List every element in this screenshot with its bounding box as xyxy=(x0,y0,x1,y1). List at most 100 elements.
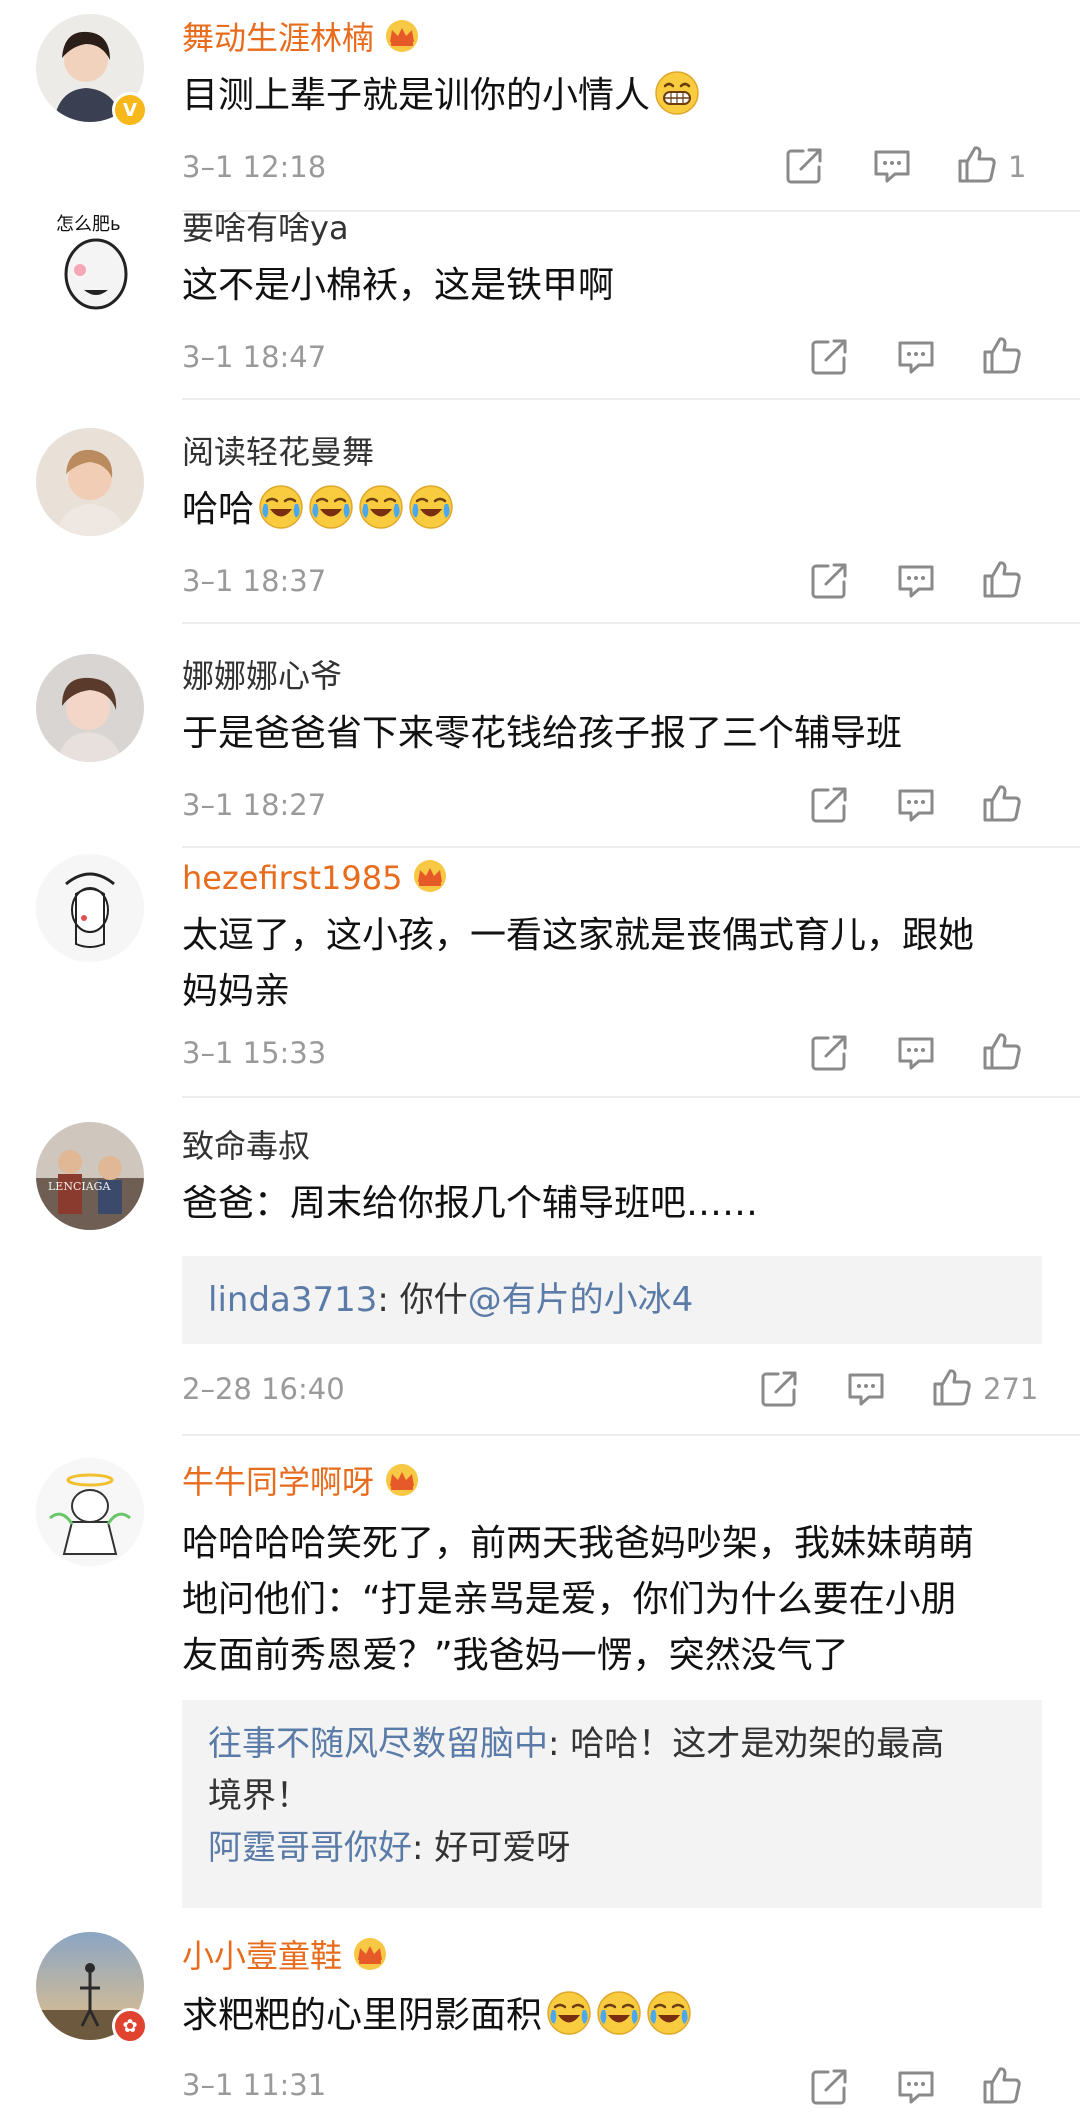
comment-time: 3–1 15:33 xyxy=(182,1036,327,1070)
username[interactable]: 娜娜娜心爷 xyxy=(182,656,342,696)
divider xyxy=(182,846,1080,848)
crown-badge-icon xyxy=(410,859,450,893)
reply-button[interactable] xyxy=(895,1032,937,1074)
svg-text:LENCIAGA: LENCIAGA xyxy=(48,1180,111,1193)
share-icon xyxy=(783,145,825,187)
thumbs-up-icon xyxy=(981,334,1023,376)
like-button[interactable] xyxy=(981,558,1023,600)
thumbs-up-icon xyxy=(981,1030,1023,1072)
share-icon xyxy=(758,1368,800,1410)
share-icon xyxy=(808,336,850,378)
crown-badge-icon xyxy=(382,19,422,53)
comment-icon xyxy=(895,560,937,602)
username[interactable]: hezefirst1985 xyxy=(182,858,450,898)
share-button[interactable] xyxy=(808,560,850,602)
username-text[interactable]: 小小壹童鞋 xyxy=(182,1937,342,1975)
like-button[interactable] xyxy=(981,2064,1023,2106)
share-icon xyxy=(808,560,850,602)
like-button[interactable] xyxy=(981,1030,1023,1072)
comment-time: 3–1 18:37 xyxy=(182,564,327,598)
laugh-cry-emoji xyxy=(646,1990,692,2036)
share-button[interactable] xyxy=(808,784,850,826)
comment-text: 于是爸爸省下来零花钱给孩子报了三个辅导班 xyxy=(182,713,903,754)
reply-button[interactable] xyxy=(895,784,937,826)
laugh-cry-emoji xyxy=(308,484,354,530)
username-text[interactable]: 牛牛同学啊呀 xyxy=(182,1463,374,1501)
grin-emoji xyxy=(654,70,700,116)
reply-preview[interactable]: linda3713: 你什@有片的小冰4 xyxy=(182,1256,1042,1344)
avatar[interactable]: LENCIAGA xyxy=(36,1122,144,1230)
like-count: 1 xyxy=(1008,150,1027,184)
thumbs-up-icon xyxy=(931,1366,973,1408)
thumbs-up-icon xyxy=(981,782,1023,824)
username[interactable]: 要啥有啥ya xyxy=(182,208,349,248)
share-icon xyxy=(808,2066,850,2108)
reply-preview[interactable]: 往事不随风尽数留脑中: 哈哈！这才是劝架的最高 境界！ 阿霆哥哥你好: 好可爱呀 xyxy=(182,1700,1042,1908)
comment-icon xyxy=(895,784,937,826)
comment-time: 3–1 18:27 xyxy=(182,788,327,822)
like-button[interactable] xyxy=(931,1366,973,1408)
comment-time: 2–28 16:40 xyxy=(182,1372,345,1406)
avatar[interactable] xyxy=(36,654,144,762)
comment-icon xyxy=(845,1368,887,1410)
reply-username[interactable]: linda3713 xyxy=(208,1280,377,1320)
comment-text: 这不是小棉袄，这是铁甲啊 xyxy=(182,265,615,306)
comment-time: 3–1 11:31 xyxy=(182,2068,327,2102)
username[interactable]: 致命毒叔 xyxy=(182,1126,310,1166)
verified-badge-icon: V xyxy=(112,92,148,128)
comment-text: 目测上辈子就是训你的小情人 xyxy=(182,68,1042,124)
avatar[interactable] xyxy=(36,428,144,536)
comment-icon xyxy=(871,145,913,187)
laugh-cry-emoji xyxy=(596,1990,642,2036)
reply-item: 阿霆哥哥你好: 好可爱呀 xyxy=(208,1828,571,1868)
share-button[interactable] xyxy=(808,2066,850,2108)
crown-badge-icon xyxy=(350,1937,390,1971)
like-count: 271 xyxy=(983,1372,1039,1406)
share-button[interactable] xyxy=(783,145,825,187)
comment-time: 3–1 18:47 xyxy=(182,340,327,374)
avatar[interactable] xyxy=(36,1458,144,1566)
comment-text: 太逗了，这小孩，一看这家就是丧偶式育儿，跟她 妈妈亲 xyxy=(182,915,975,1012)
like-button[interactable] xyxy=(981,334,1023,376)
share-button[interactable] xyxy=(808,336,850,378)
username-text[interactable]: hezefirst1985 xyxy=(182,859,402,897)
verified-badge-icon: ✿ xyxy=(112,2008,148,2044)
comment-text: 哈哈哈哈笑死了，前两天我爸妈吵架，我妹妹萌萌 地问他们：“打是亲骂是爱，你们为什么… xyxy=(182,1523,975,1676)
mention-link[interactable]: @有片的小冰4 xyxy=(468,1280,694,1320)
like-button[interactable] xyxy=(981,782,1023,824)
username-text[interactable]: 舞动生涯林楠 xyxy=(182,19,374,57)
reply-username[interactable]: 往事不随风尽数留脑中 xyxy=(208,1724,548,1764)
reply-button[interactable] xyxy=(895,2066,937,2108)
reply-button[interactable] xyxy=(895,560,937,602)
comment-icon xyxy=(895,1032,937,1074)
comment-text: 求粑粑的心里阴影面积 xyxy=(182,1988,1042,2044)
share-icon xyxy=(808,784,850,826)
username[interactable]: 舞动生涯林楠 xyxy=(182,18,422,58)
svg-text:怎么肥ь: 怎么肥ь xyxy=(56,214,121,235)
reply-button[interactable] xyxy=(871,145,913,187)
thumbs-up-icon xyxy=(956,143,998,185)
divider xyxy=(182,1096,1080,1098)
like-button[interactable] xyxy=(956,143,998,185)
thumbs-up-icon xyxy=(981,558,1023,600)
comment-icon xyxy=(895,2066,937,2108)
laugh-cry-emoji xyxy=(258,484,304,530)
username[interactable]: 阅读轻花曼舞 xyxy=(182,432,374,472)
thumbs-up-icon xyxy=(981,2064,1023,2106)
reply-button[interactable] xyxy=(895,336,937,378)
username[interactable]: 小小壹童鞋 xyxy=(182,1936,390,1976)
divider xyxy=(182,1434,1080,1436)
comment-time: 3–1 12:18 xyxy=(182,150,327,184)
share-button[interactable] xyxy=(808,1032,850,1074)
laugh-cry-emoji xyxy=(408,484,454,530)
reply-button[interactable] xyxy=(845,1368,887,1410)
comment-text: 哈哈 xyxy=(182,482,1042,538)
share-button[interactable] xyxy=(758,1368,800,1410)
share-icon xyxy=(808,1032,850,1074)
username[interactable]: 牛牛同学啊呀 xyxy=(182,1462,422,1502)
comment-text: 爸爸：周末给你报几个辅导班吧…… xyxy=(182,1183,759,1224)
divider xyxy=(182,622,1080,624)
avatar[interactable]: 怎么肥ь xyxy=(36,204,144,312)
avatar[interactable] xyxy=(36,854,144,962)
reply-username[interactable]: 阿霆哥哥你好 xyxy=(208,1828,412,1868)
